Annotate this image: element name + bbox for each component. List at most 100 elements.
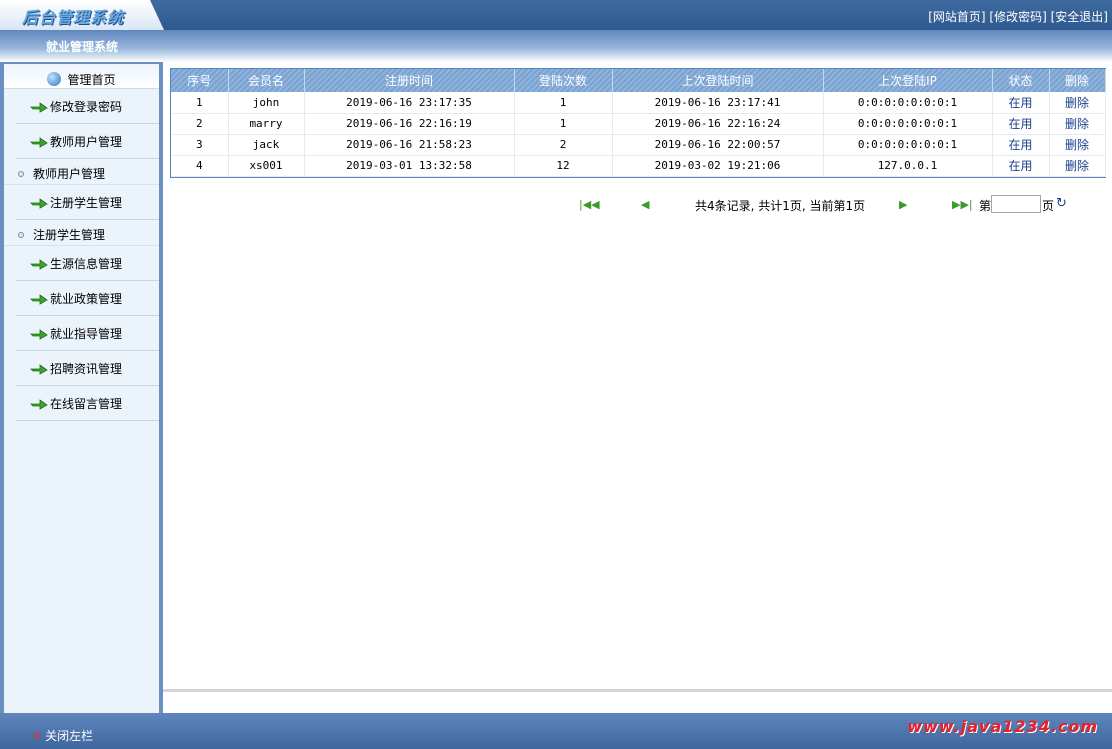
first-page-icon[interactable]: |◀◀ xyxy=(579,198,600,211)
green-arrow-icon xyxy=(30,137,48,148)
table-cell: 0:0:0:0:0:0:0:1 xyxy=(823,113,993,135)
column-header: 会员名 xyxy=(228,69,305,92)
logo: 后台管理系统 xyxy=(0,0,164,30)
sidebar-home-link[interactable]: 管理首页 xyxy=(4,64,159,89)
table-row: 2 marry 2019-06-16 22:16:19 1 2019-06-16 22:… xyxy=(171,113,1106,135)
column-header: 登陆次数 xyxy=(514,69,613,92)
column-header: 序号 xyxy=(171,69,229,92)
main-content: 序号 会员名 注册时间 登陆次数 上次登陆时间 上次登陆IP 状态 删除 1 john 2019-… xyxy=(163,62,1112,713)
green-arrow-icon xyxy=(30,294,48,305)
delete-link[interactable]: 删除 xyxy=(1049,155,1106,177)
table-cell: 2019-06-16 23:17:41 xyxy=(612,92,824,114)
green-arrow-icon xyxy=(30,102,48,113)
table-cell: 3 xyxy=(171,134,229,156)
green-arrow-icon xyxy=(30,198,48,209)
sidebar-menu-list: 修改登录密码 教师用户管理 教师用户管理 注册学生管理 注册学生管理 生源信息管理 就业政策… xyxy=(4,89,159,421)
system-title: 就业管理系统 xyxy=(46,40,119,54)
top-links: [网站首页] [修改密码] [安全退出] xyxy=(928,8,1108,25)
watermark: www.java1234.com xyxy=(907,717,1098,736)
table-cell: 2 xyxy=(514,134,613,156)
sidebar-item-label: 招聘资讯管理 xyxy=(50,362,123,376)
column-header: 上次登陆时间 xyxy=(612,69,824,92)
table-cell: 2 xyxy=(171,113,229,135)
table-cell: 0:0:0:0:0:0:0:1 xyxy=(823,134,993,156)
table-header-row: 序号 会员名 注册时间 登陆次数 上次登陆时间 上次登陆IP 状态 删除 xyxy=(171,69,1106,92)
sidebar-item-8[interactable]: 招聘资讯管理 xyxy=(16,351,159,386)
user-table: 序号 会员名 注册时间 登陆次数 上次登陆时间 上次登陆IP 状态 删除 1 john 2019-… xyxy=(171,69,1106,177)
delete-link[interactable]: 删除 xyxy=(1049,92,1106,114)
last-page-icon[interactable]: ▶▶| xyxy=(952,198,973,211)
status-link[interactable]: 在用 xyxy=(992,113,1050,135)
sidebar-item-label: 注册学生管理 xyxy=(50,196,123,210)
sidebar-subitem-label: 注册学生管理 xyxy=(33,228,106,242)
link-change-password[interactable]: [修改密码] xyxy=(989,10,1046,24)
sidebar-item-label: 教师用户管理 xyxy=(50,135,123,149)
footer: ✕ 关闭左栏 www.java1234.com xyxy=(0,713,1112,749)
sidebar-item-label: 在线留言管理 xyxy=(50,397,123,411)
top-bar: 后台管理系统 [网站首页] [修改密码] [安全退出] xyxy=(0,0,1112,30)
link-logout[interactable]: [安全退出] xyxy=(1051,10,1108,24)
close-left-label: 关闭左栏 xyxy=(45,729,94,743)
pager: |◀◀ ◀ 共4条记录, 共计1页, 当前第1页 ▶ ▶▶| 第 页 ↻ xyxy=(577,195,1097,214)
bullet-icon xyxy=(18,232,24,238)
green-arrow-icon xyxy=(30,259,48,270)
table-cell: jack xyxy=(228,134,305,156)
status-link[interactable]: 在用 xyxy=(992,92,1050,114)
column-header: 上次登陆IP xyxy=(823,69,993,92)
close-left-panel-button[interactable]: ✕ 关闭左栏 xyxy=(32,727,93,744)
next-page-icon[interactable]: ▶ xyxy=(899,198,907,211)
sidebar-subitem-label: 教师用户管理 xyxy=(33,167,106,181)
column-header: 状态 xyxy=(992,69,1050,92)
sidebar-subitem-4[interactable]: 注册学生管理 xyxy=(4,220,159,246)
table-cell: 2019-06-16 23:17:35 xyxy=(304,92,515,114)
pager-info: 共4条记录, 共计1页, 当前第1页 xyxy=(695,199,866,213)
sidebar-item-9[interactable]: 在线留言管理 xyxy=(16,386,159,421)
green-arrow-icon xyxy=(30,399,48,410)
table-cell: 2019-06-16 22:16:24 xyxy=(612,113,824,135)
prev-page-icon[interactable]: ◀ xyxy=(641,198,649,211)
table-cell: 1 xyxy=(171,92,229,114)
sidebar-item-label: 修改登录密码 xyxy=(50,100,123,114)
page-number-input[interactable] xyxy=(991,195,1041,213)
sidebar-item-7[interactable]: 就业指导管理 xyxy=(16,316,159,351)
status-link[interactable]: 在用 xyxy=(992,155,1050,177)
go-page-icon[interactable]: ↻ xyxy=(1056,196,1067,211)
sidebar-item-label: 就业政策管理 xyxy=(50,292,123,306)
sidebar-item-label: 生源信息管理 xyxy=(50,257,123,271)
table-cell: marry xyxy=(228,113,305,135)
sidebar-item-5[interactable]: 生源信息管理 xyxy=(16,246,159,281)
table-cell: 2019-06-16 21:58:23 xyxy=(304,134,515,156)
table-cell: xs001 xyxy=(228,155,305,177)
delete-link[interactable]: 删除 xyxy=(1049,113,1106,135)
sidebar-subitem-2[interactable]: 教师用户管理 xyxy=(4,159,159,185)
table-cell: 127.0.0.1 xyxy=(823,155,993,177)
sidebar-home-label: 管理首页 xyxy=(67,73,116,87)
table-cell: 0:0:0:0:0:0:0:1 xyxy=(823,92,993,114)
system-band: 就业管理系统 xyxy=(0,30,1112,62)
globe-icon xyxy=(47,72,62,86)
green-arrow-icon xyxy=(30,329,48,340)
sidebar-item-3[interactable]: 注册学生管理 xyxy=(16,185,159,220)
status-link[interactable]: 在用 xyxy=(992,134,1050,156)
sidebar-item-6[interactable]: 就业政策管理 xyxy=(16,281,159,316)
sidebar-item-1[interactable]: 教师用户管理 xyxy=(16,124,159,159)
link-site-home[interactable]: [网站首页] xyxy=(928,10,985,24)
delete-link[interactable]: 删除 xyxy=(1049,134,1106,156)
table-cell: 2019-06-16 22:16:19 xyxy=(304,113,515,135)
table-cell: 12 xyxy=(514,155,613,177)
logo-text: 后台管理系统 xyxy=(22,8,125,27)
sidebar-item-0[interactable]: 修改登录密码 xyxy=(16,89,159,124)
column-header: 删除 xyxy=(1049,69,1106,92)
user-table-wrap: 序号 会员名 注册时间 登陆次数 上次登陆时间 上次登陆IP 状态 删除 1 john 2019-… xyxy=(170,68,1106,178)
table-cell: 1 xyxy=(514,113,613,135)
bullet-icon xyxy=(18,171,24,177)
sidebar-item-label: 就业指导管理 xyxy=(50,327,123,341)
table-body: 1 john 2019-06-16 23:17:35 1 2019-06-16 23:1… xyxy=(171,92,1106,177)
page-label-prefix: 第 xyxy=(979,199,992,213)
sidebar: 管理首页 修改登录密码 教师用户管理 教师用户管理 注册学生管理 注册学生管理 生源信息管… xyxy=(0,62,163,713)
main-bottom-divider xyxy=(163,689,1112,713)
green-arrow-icon xyxy=(30,364,48,375)
close-icon: ✕ xyxy=(32,729,43,743)
table-row: 1 john 2019-06-16 23:17:35 1 2019-06-16 23:1… xyxy=(171,92,1106,114)
table-row: 3 jack 2019-06-16 21:58:23 2 2019-06-16 22:0… xyxy=(171,134,1106,156)
